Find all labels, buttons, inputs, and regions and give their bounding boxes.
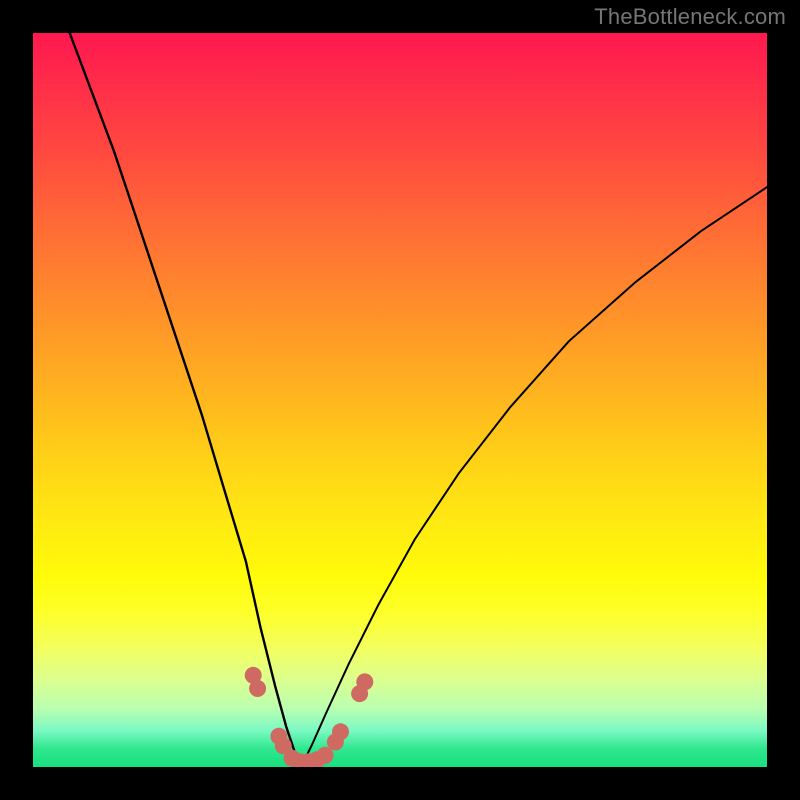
mark-point [332,723,349,740]
plot-area [33,33,767,767]
mark-point [249,680,266,697]
mark-point [317,747,334,764]
curves-svg [33,33,767,767]
left-curve [70,33,301,763]
watermark-text: TheBottleneck.com [594,4,786,30]
mark-point [356,673,373,690]
chart-stage: TheBottleneck.com [0,0,800,800]
